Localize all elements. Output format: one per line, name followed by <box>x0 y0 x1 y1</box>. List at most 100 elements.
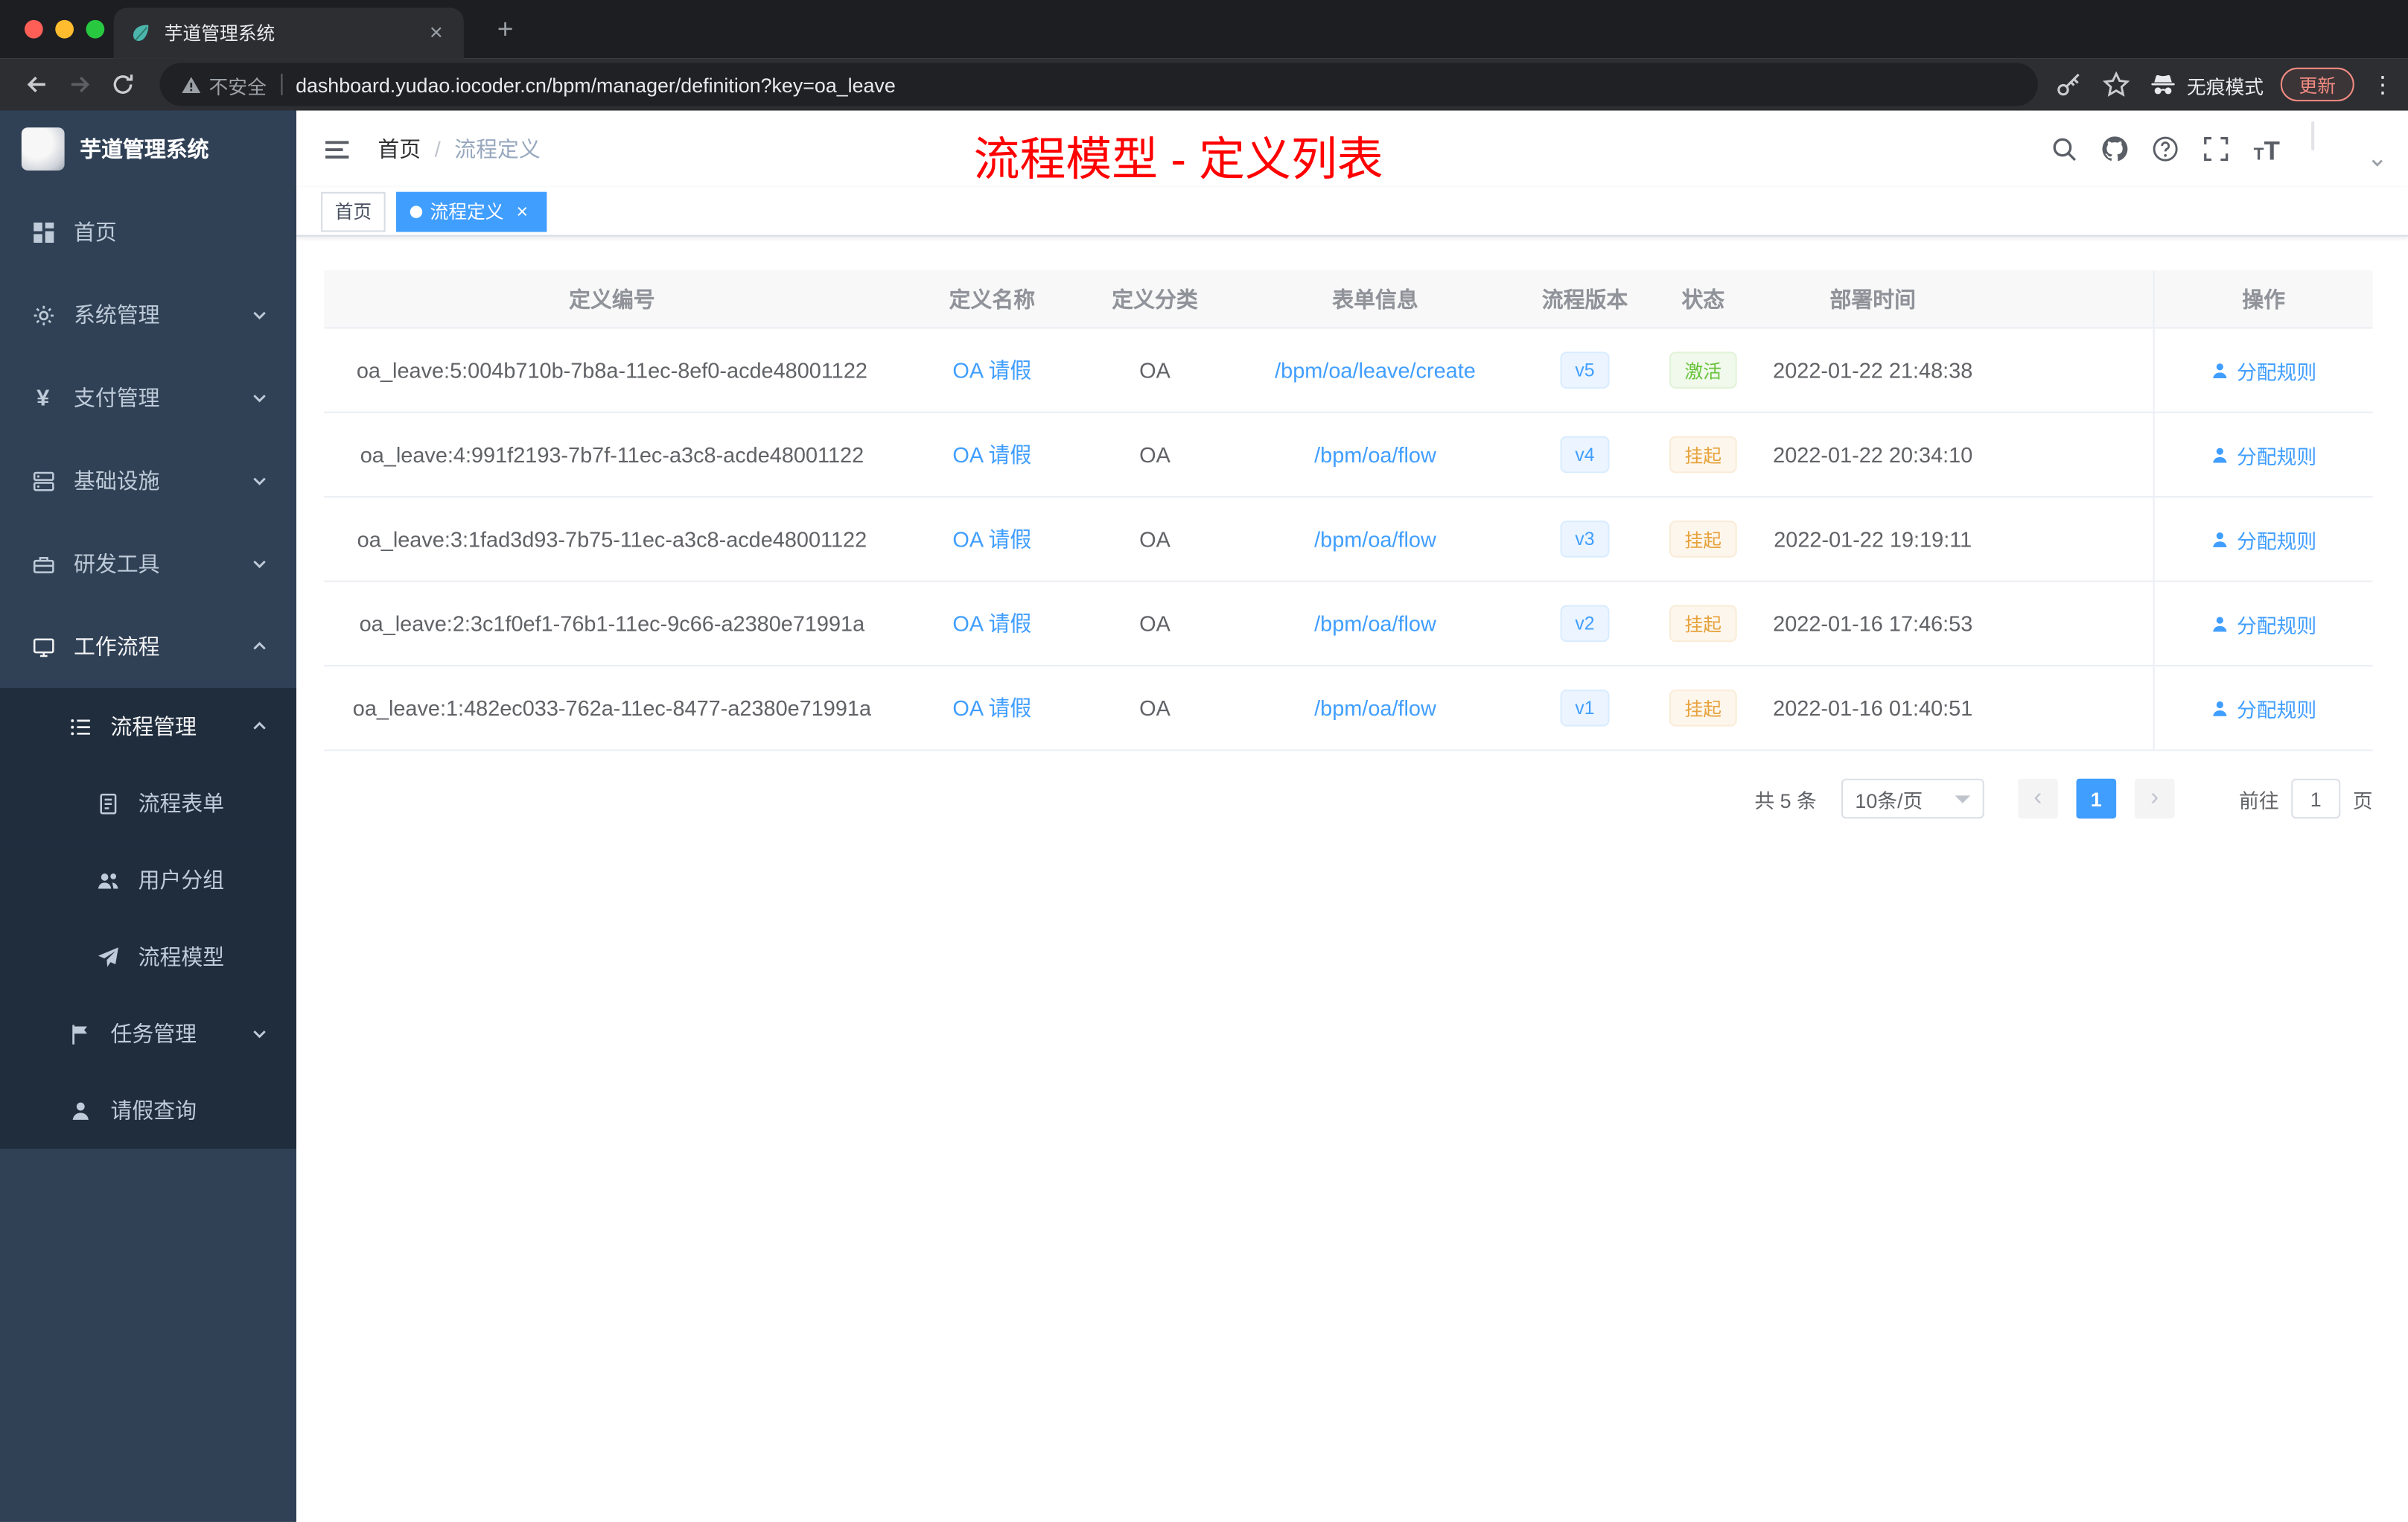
sidebar-item-process-model[interactable]: 流程模型 <box>0 918 297 996</box>
next-page-button[interactable]: › <box>2134 778 2175 819</box>
sidebar-item-home[interactable]: 首页 <box>0 191 296 273</box>
reload-icon[interactable] <box>101 63 144 106</box>
form-link[interactable]: /bpm/oa/flow <box>1314 611 1436 636</box>
version-tag: v3 <box>1559 520 1611 558</box>
browser-toolbar: 不安全 dashboard.yudao.iocoder.cn/bpm/manag… <box>0 58 2408 111</box>
chevron-up-icon <box>250 637 269 656</box>
sidebar-logo-row: 芋道管理系统 <box>0 111 296 188</box>
definition-name-link[interactable]: OA 请假 <box>952 608 1031 639</box>
breadcrumb-home[interactable]: 首页 <box>378 133 421 164</box>
goto-page-input[interactable] <box>2291 778 2341 819</box>
person-icon <box>2214 616 2228 631</box>
tags-view: 首页 流程定义 × <box>296 187 2408 237</box>
column-header: 定义分类 <box>1112 286 1198 311</box>
person-icon <box>2214 447 2228 462</box>
deploy-time: 2022-01-22 21:48:38 <box>1773 357 1973 383</box>
list-icon <box>68 714 92 739</box>
definition-name-link[interactable]: OA 请假 <box>952 523 1031 554</box>
prev-page-button[interactable]: ‹ <box>2018 778 2058 819</box>
form-link[interactable]: /bpm/oa/flow <box>1314 695 1436 720</box>
tag-home[interactable]: 首页 <box>321 191 386 232</box>
page-number-button[interactable]: 1 <box>2076 778 2117 819</box>
assign-rule-label: 分配规则 <box>2236 360 2317 383</box>
sidebar-item-process-mgmt[interactable]: 流程管理 <box>0 688 297 765</box>
version-tag: v2 <box>1559 605 1611 643</box>
assign-rule-link[interactable]: 分配规则 <box>2211 524 2316 553</box>
close-window-button[interactable] <box>25 19 43 39</box>
version-tag: v1 <box>1559 690 1611 727</box>
chevron-down-icon <box>250 555 269 573</box>
sidebar-item-user-group[interactable]: 用户分组 <box>0 841 297 919</box>
sidebar-item-process-form[interactable]: 流程表单 <box>0 765 297 842</box>
tag-process-definition[interactable]: 流程定义 × <box>396 191 547 232</box>
form-link[interactable]: /bpm/oa/flow <box>1314 442 1436 467</box>
sidebar: 芋道管理系统 首页 系统管理 ¥ 支付管理 基础设施 研发工具 工作流程 流程管… <box>0 110 297 1522</box>
form-link[interactable]: /bpm/oa/leave/create <box>1275 358 1476 383</box>
yen-icon: ¥ <box>36 384 50 411</box>
incognito-label: 无痕模式 <box>2186 76 2264 98</box>
search-icon[interactable] <box>2048 133 2079 164</box>
sidebar-item-task-mgmt[interactable]: 任务管理 <box>0 995 297 1072</box>
page-size-value: 10条/页 <box>1855 789 1923 812</box>
chevron-up-icon <box>250 717 269 736</box>
page-size-select[interactable]: 10条/页 <box>1841 778 1984 819</box>
github-icon[interactable] <box>2099 133 2130 164</box>
screenshot-root: 芋道管理系统 × + 不安全 dashboard.yudao.iocoder.c… <box>0 0 2408 1522</box>
goto-suffix: 页 <box>2352 789 2373 812</box>
definition-category: OA <box>1139 611 1170 636</box>
forward-icon[interactable] <box>58 63 101 106</box>
url-text: dashboard.yudao.iocoder.cn/bpm/manager/d… <box>296 72 896 96</box>
new-tab-button[interactable]: + <box>488 13 522 46</box>
paper-plane-icon <box>95 944 120 969</box>
assign-rule-link[interactable]: 分配规则 <box>2211 693 2316 722</box>
sidebar-item-workflow[interactable]: 工作流程 <box>0 605 296 688</box>
browser-tab[interactable]: 芋道管理系统 × <box>113 7 464 59</box>
definition-name-link[interactable]: OA 请假 <box>952 692 1031 723</box>
password-key-icon[interactable] <box>2053 69 2083 100</box>
zoom-window-button[interactable] <box>86 19 105 39</box>
assign-rule-link[interactable]: 分配规则 <box>2211 440 2316 469</box>
person-icon <box>2214 531 2228 547</box>
assign-rule-label: 分配规则 <box>2236 445 2317 468</box>
definition-category: OA <box>1139 442 1170 467</box>
definition-category: OA <box>1139 695 1170 721</box>
active-tag-dot <box>410 205 423 217</box>
tag-close-icon[interactable]: × <box>512 200 533 222</box>
definition-category: OA <box>1139 526 1170 552</box>
sidebar-item-payment[interactable]: ¥ 支付管理 <box>0 357 296 439</box>
definition-id: oa_leave:5:004b710b-7b8a-11ec-8ef0-acde4… <box>356 357 867 383</box>
column-header: 定义名称 <box>949 286 1036 311</box>
user-avatar-wrap <box>2311 121 2383 175</box>
bookmark-star-icon[interactable] <box>2100 69 2131 100</box>
back-icon[interactable] <box>16 63 59 106</box>
toolbar-right: 无痕模式 更新 ⋮ <box>2053 67 2395 102</box>
assign-rule-link[interactable]: 分配规则 <box>2211 609 2316 638</box>
help-icon[interactable] <box>2150 133 2181 164</box>
sidebar-item-label: 流程管理 <box>110 714 197 739</box>
address-bar[interactable]: 不安全 dashboard.yudao.iocoder.cn/bpm/manag… <box>159 63 2038 106</box>
hamburger-icon[interactable] <box>319 132 353 165</box>
user-avatar[interactable] <box>2311 121 2315 151</box>
assign-rule-link[interactable]: 分配规则 <box>2211 355 2316 384</box>
browser-menu-icon[interactable]: ⋮ <box>2372 71 2395 98</box>
sidebar-item-label: 流程表单 <box>138 791 225 816</box>
sidebar-item-system[interactable]: 系统管理 <box>0 273 296 356</box>
sidebar-item-devtools[interactable]: 研发工具 <box>0 522 296 605</box>
sidebar-item-label: 用户分组 <box>138 867 225 893</box>
sidebar-item-infrastructure[interactable]: 基础设施 <box>0 439 296 522</box>
fullscreen-icon[interactable] <box>2201 133 2232 164</box>
annotation-text: 流程模型 - 定义列表 <box>973 135 1383 186</box>
font-size-icon[interactable]: TT <box>2252 133 2282 165</box>
sidebar-item-leave-query[interactable]: 请假查询 <box>0 1072 297 1149</box>
form-link[interactable]: /bpm/oa/flow <box>1314 526 1436 551</box>
app-body: 芋道管理系统 首页 系统管理 ¥ 支付管理 基础设施 研发工具 工作流程 流程管… <box>0 110 2408 1522</box>
update-button[interactable]: 更新 <box>2280 67 2354 102</box>
tab-close-icon[interactable]: × <box>424 22 448 45</box>
avatar-caret-down-icon[interactable] <box>2369 155 2385 171</box>
definition-name-link[interactable]: OA 请假 <box>952 354 1031 385</box>
minimize-window-button[interactable] <box>55 19 74 39</box>
definition-name-link[interactable]: OA 请假 <box>952 439 1031 470</box>
security-warning-icon <box>182 76 201 92</box>
sidebar-item-label: 系统管理 <box>74 302 160 328</box>
total-count: 共 5 条 <box>1754 789 1817 812</box>
